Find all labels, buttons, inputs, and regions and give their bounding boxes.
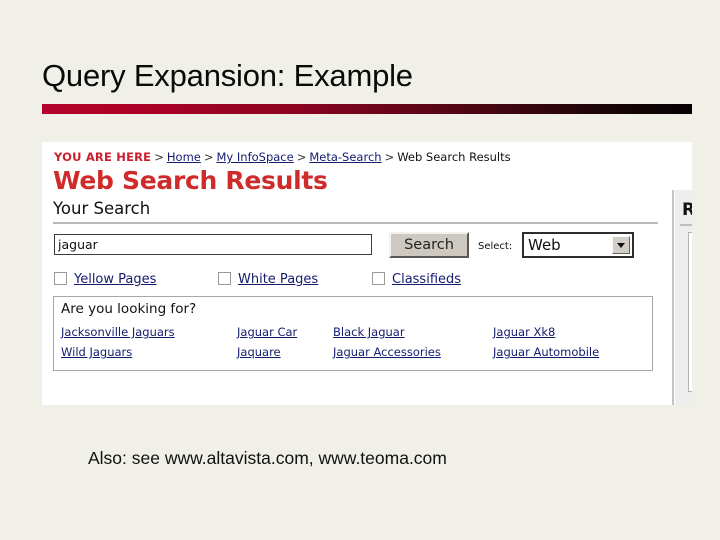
suggestions-title: Are you looking for? bbox=[61, 301, 197, 317]
checkbox-box-icon[interactable] bbox=[372, 272, 385, 285]
select-label: Select: bbox=[478, 241, 513, 252]
breadcrumb-link-home[interactable]: Home bbox=[167, 150, 201, 164]
checkbox-yellow-pages[interactable]: Yellow Pages bbox=[54, 268, 156, 287]
page-title: Query Expansion: Example bbox=[42, 58, 413, 93]
page-heading: Web Search Results bbox=[53, 166, 328, 195]
suggestion-link[interactable]: Jaguar Automobile bbox=[493, 345, 599, 359]
section-label-your-search: Your Search bbox=[53, 199, 151, 218]
suggestion-link[interactable]: Wild Jaguars bbox=[61, 345, 132, 359]
suggestions-grid: Jacksonville Jaguars Jaguar Car Black Ja… bbox=[61, 325, 646, 365]
browser-page-content: Re YOU ARE HERE>Home>My InfoSpace>Meta-S… bbox=[42, 142, 692, 405]
chevron-down-icon[interactable] bbox=[612, 236, 630, 254]
rail-card bbox=[688, 232, 692, 392]
section-divider bbox=[53, 222, 658, 224]
checkbox-label: White Pages bbox=[238, 272, 319, 287]
search-input[interactable] bbox=[54, 234, 372, 255]
breadcrumb-current: Web Search Results bbox=[397, 150, 511, 164]
checkbox-label: Yellow Pages bbox=[74, 272, 157, 287]
breadcrumb-prefix: YOU ARE HERE bbox=[54, 150, 152, 164]
suggestions-row: Jacksonville Jaguars Jaguar Car Black Ja… bbox=[61, 325, 646, 345]
suggestion-link[interactable]: Jacksonville Jaguars bbox=[61, 325, 175, 339]
suggestion-link[interactable]: Jaguar Car bbox=[237, 325, 297, 339]
breadcrumb-link-my-infospace[interactable]: My InfoSpace bbox=[217, 150, 294, 164]
breadcrumb-link-meta-search[interactable]: Meta-Search bbox=[309, 150, 381, 164]
rail-heading: Re bbox=[682, 200, 692, 220]
checkbox-box-icon[interactable] bbox=[54, 272, 67, 285]
checkbox-label: Classifieds bbox=[392, 272, 462, 287]
select-value: Web bbox=[528, 236, 561, 254]
breadcrumb-separator: > bbox=[384, 150, 395, 164]
breadcrumb: YOU ARE HERE > Home > My InfoSpace > Meta-Sear… bbox=[54, 150, 511, 164]
rail-rule bbox=[680, 224, 692, 226]
slide-caption: Also: see www.altavista.com, www.teoma.c… bbox=[88, 448, 447, 468]
checkbox-classifieds[interactable]: Classifieds bbox=[372, 268, 461, 287]
suggestion-link[interactable]: Jaquare bbox=[237, 345, 281, 359]
suggestions-row: Wild Jaguars Jaquare Jaguar Accessories … bbox=[61, 345, 646, 365]
rail-divider bbox=[672, 190, 674, 405]
embedded-browser-screenshot: Re YOU ARE HERE>Home>My InfoSpace>Meta-S… bbox=[42, 142, 692, 405]
breadcrumb-separator: > bbox=[296, 150, 307, 164]
suggestion-link[interactable]: Black Jaguar bbox=[333, 325, 405, 339]
suggestion-link[interactable]: Jaguar Accessories bbox=[333, 345, 441, 359]
checkbox-white-pages[interactable]: White Pages bbox=[218, 268, 318, 287]
query-suggestions-panel: Are you looking for? Jacksonville Jaguar… bbox=[53, 296, 653, 371]
search-scope-select[interactable]: Web bbox=[522, 232, 634, 258]
checkbox-box-icon[interactable] bbox=[218, 272, 231, 285]
breadcrumb-separator: > bbox=[203, 150, 214, 164]
title-accent-bar bbox=[42, 104, 692, 114]
breadcrumb-separator: > bbox=[154, 150, 164, 164]
search-button[interactable]: Search bbox=[389, 232, 469, 258]
suggestion-link[interactable]: Jaguar Xk8 bbox=[493, 325, 555, 339]
